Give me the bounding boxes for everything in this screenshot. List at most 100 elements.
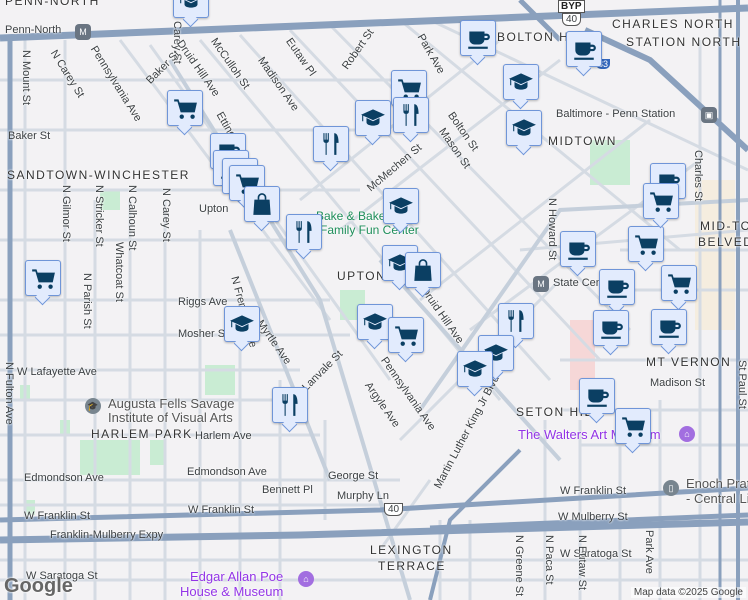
label-station-north: STATION NORTH (626, 35, 742, 49)
school-icon (389, 197, 413, 214)
cafe-icon (601, 321, 623, 339)
poi-enoch-pratt[interactable]: Enoch Pratt (686, 476, 748, 491)
street-label: N Fulton Ave (3, 362, 15, 425)
map-marker-cart[interactable] (167, 90, 203, 126)
poi-poe-house[interactable]: Edgar Allan Poe (190, 569, 283, 584)
street-label: N Mount St (20, 50, 32, 106)
street-label: Madison St (650, 377, 706, 389)
school-icon (512, 119, 536, 136)
street-label: Edmondson Ave (24, 472, 104, 484)
poi-bake-and-bake[interactable]: Bake & Bake (316, 209, 385, 223)
street-label: N Paca St (543, 535, 555, 585)
map-marker-cart[interactable] (643, 183, 679, 219)
map-marker-cart[interactable] (25, 260, 61, 296)
shopping-cart-icon (395, 326, 418, 346)
map-marker-fork[interactable] (272, 387, 308, 423)
map-marker-cap[interactable] (457, 351, 493, 387)
label-terrace: TERRACE (378, 559, 446, 573)
map-marker-fork[interactable] (393, 97, 429, 133)
shopping-bag-icon (253, 193, 271, 215)
poi-enoch-pratt-sub[interactable]: - Central Library (686, 491, 748, 506)
shopping-cart-icon (635, 235, 658, 255)
label-charles-north: CHARLES NORTH (612, 17, 734, 31)
map-marker-cup[interactable] (599, 269, 635, 305)
map-marker-cap[interactable] (224, 306, 260, 342)
map-marker-cup[interactable] (593, 310, 629, 346)
museum-icon: ⌂ (679, 426, 695, 442)
library-icon: ▯ (663, 480, 679, 496)
bypass-shield: BYP (558, 0, 585, 13)
street-label: N Parish St (81, 273, 93, 329)
cafe-icon (574, 42, 596, 60)
map-marker-cap[interactable] (355, 100, 391, 136)
map-marker-cart[interactable] (388, 317, 424, 353)
poi-poe-house-sub[interactable]: House & Museum (180, 584, 283, 599)
street-label: Park Ave (643, 530, 655, 574)
street-label: W Franklin St (188, 504, 255, 516)
school-icon (463, 360, 487, 377)
map-marker-fork[interactable] (286, 214, 322, 250)
map-marker-cart[interactable] (628, 226, 664, 262)
map-marker-cart[interactable] (615, 408, 651, 444)
label-midtown: MIDTOWN (548, 134, 617, 148)
map-marker-bag[interactable] (405, 252, 441, 288)
metro-icon: M (75, 24, 91, 40)
label-penn-north: PENN-NORTH (5, 0, 100, 8)
street-label: Riggs Ave (178, 296, 228, 308)
cafe-icon (587, 389, 609, 407)
poi-augusta-fells[interactable]: Augusta Fells Savage (108, 396, 234, 411)
map-marker-cup[interactable] (460, 20, 496, 56)
us40-shield: 40 (384, 503, 404, 516)
label-harlem-park: HARLEM PARK (91, 427, 193, 441)
map-marker-fork[interactable] (498, 303, 534, 339)
label-upton: UPTON (337, 269, 387, 283)
cafe-icon (468, 31, 490, 49)
street-label-upton: Upton (199, 203, 229, 215)
shopping-cart-icon (32, 269, 55, 289)
map-marker-cup[interactable] (579, 378, 615, 414)
map-canvas[interactable]: PENN-NORTH BOLTON HILL CHARLES NORTH STA… (0, 0, 748, 600)
poi-penn-station[interactable]: Baltimore - Penn Station (556, 108, 675, 120)
map-marker-fork[interactable] (313, 126, 349, 162)
label-mt-vernon: MT VERNON (646, 355, 732, 369)
cafe-icon (607, 280, 629, 298)
map-marker-cap[interactable] (173, 0, 209, 18)
street-label: N Eutaw St (576, 535, 588, 591)
map-marker-cup[interactable] (560, 231, 596, 267)
google-logo: Google (4, 575, 73, 597)
street-label: George St (328, 470, 379, 482)
cafe-icon (659, 320, 681, 338)
map-marker-bag[interactable] (244, 186, 280, 222)
poi-penn-north-station[interactable]: Penn-North (5, 24, 61, 36)
school-icon (361, 109, 385, 126)
shopping-cart-icon (174, 99, 197, 119)
map-marker-cup[interactable] (566, 31, 602, 67)
street-label: Edmondson Ave (187, 466, 267, 478)
poi-augusta-fells-sub[interactable]: Institute of Visual Arts (108, 410, 233, 425)
street-label: Baker St (8, 130, 51, 142)
street-label: St Paul St (736, 360, 748, 409)
street-label: Franklin-Mulberry Expy (50, 529, 164, 541)
map-marker-cap[interactable] (503, 64, 539, 100)
street-label: Charles St (692, 150, 704, 202)
map-marker-cart[interactable] (661, 265, 697, 301)
label-mid-town: MID-TOWN (700, 219, 748, 233)
shopping-cart-icon (650, 192, 673, 212)
map-marker-cup[interactable] (651, 309, 687, 345)
museum-icon: ⌂ (298, 571, 314, 587)
shopping-cart-icon (668, 274, 691, 294)
map-marker-cap[interactable] (506, 110, 542, 146)
shopping-bag-icon (414, 259, 432, 281)
label-sandtown-winchester: SANDTOWN-WINCHESTER (7, 168, 190, 182)
street-label: N Carey St (160, 188, 172, 242)
restaurant-icon (508, 310, 524, 332)
us40-shield: 40 (562, 13, 582, 26)
map-credit[interactable]: Map data ©2025 Google (630, 587, 746, 598)
map-marker-cap[interactable] (383, 188, 419, 224)
school-icon (509, 73, 533, 90)
school-icon (180, 0, 198, 8)
street-label: Mosher St (178, 328, 229, 340)
street-label: Bennett Pl (262, 484, 313, 496)
street-label: W Mulberry St (558, 511, 628, 523)
street-label: N Stricker St (93, 185, 105, 247)
